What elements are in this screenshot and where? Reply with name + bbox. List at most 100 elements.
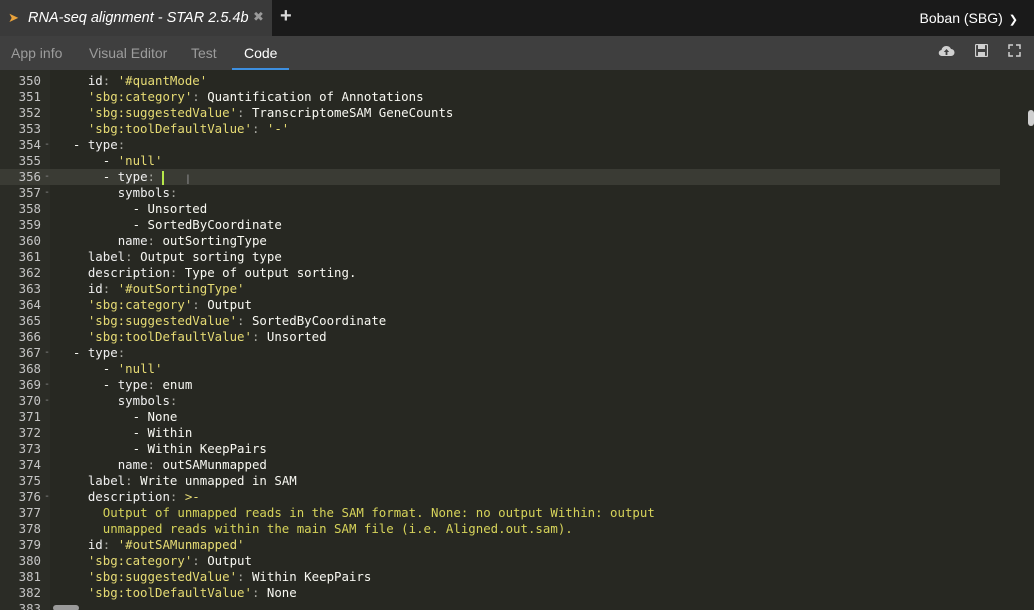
code-text: Output of unmapped reads in the SAM form… [102,505,655,520]
code-line[interactable]: 354- - type: [0,137,1000,153]
code-line[interactable]: 359 - SortedByCoordinate [0,217,1000,233]
code-text: - Unsorted [58,201,208,216]
code-text: - type: [58,137,126,152]
code-line[interactable]: 383 [0,601,1000,610]
code-text: 'sbg:category': Quantification of Annota… [87,89,424,104]
code-line[interactable]: 379 id: '#outSAMunmapped' [0,537,1000,553]
vertical-scrollbar[interactable] [1028,110,1034,126]
tab-code[interactable]: Code [244,45,277,61]
code-line[interactable]: 350 id: '#quantMode' [0,73,1000,89]
line-number: 379 [18,537,41,552]
code-line[interactable]: 380 'sbg:category': Output [0,553,1000,569]
code-line[interactable]: 371 - None [0,409,1000,425]
line-number: 365 [18,313,41,328]
code-line[interactable]: 367- - type: [0,345,1000,361]
code-line[interactable]: 351 'sbg:category': Quantification of An… [0,89,1000,105]
line-number: 371 [18,409,41,424]
horizontal-scrollbar[interactable] [53,605,79,610]
text-cursor-icon: I [186,171,190,187]
add-tab-icon[interactable]: + [280,5,292,28]
code-line[interactable]: 362 description: Type of output sorting. [0,265,1000,281]
fold-toggle-icon[interactable]: - [44,169,50,185]
title-bar: ➤ RNA-seq alignment - STAR 2.5.4b ✖ + Bo… [0,0,1034,36]
line-number: 351 [18,89,41,104]
fold-toggle-icon[interactable]: - [44,489,50,505]
fold-toggle-icon[interactable]: - [44,393,50,409]
toolbar: App info Visual Editor Test Code [0,36,1034,70]
line-number: 380 [18,553,41,568]
code-text: description: Type of output sorting. [87,265,357,280]
fold-toggle-icon[interactable]: - [44,345,50,361]
tab-title: RNA-seq alignment - STAR 2.5.4b [28,10,249,26]
code-line[interactable]: 360 name: outSortingType [0,233,1000,249]
code-text: - Within [58,425,193,440]
code-line[interactable]: 376- description: >- [0,489,1000,505]
fold-toggle-icon[interactable]: - [44,137,50,153]
code-line[interactable]: 375 label: Write unmapped in SAM [0,473,1000,489]
code-text: name: outSAMunmapped [117,457,267,472]
code-line[interactable]: 382 'sbg:toolDefaultValue': None [0,585,1000,601]
code-line[interactable]: 381 'sbg:suggestedValue': Within KeepPai… [0,569,1000,585]
code-text: id: '#outSAMunmapped' [87,537,245,552]
tab-visual-editor[interactable]: Visual Editor [89,45,167,61]
line-number: 356 [18,169,41,184]
code-line[interactable]: 372 - Within [0,425,1000,441]
code-line[interactable]: 355 - 'null' [0,153,1000,169]
code-line[interactable]: 353 'sbg:toolDefaultValue': '-' [0,121,1000,137]
code-text: label: Output sorting type [87,249,282,264]
line-number: 363 [18,281,41,296]
line-number: 352 [18,105,41,120]
chevron-down-icon: ❯ [1008,14,1018,26]
code-text: - type: [58,345,126,360]
code-line[interactable]: 358 - Unsorted [0,201,1000,217]
line-number: 366 [18,329,41,344]
code-text: unmapped reads within the main SAM file … [102,521,573,536]
tab-test[interactable]: Test [191,45,217,61]
line-number: 362 [18,265,41,280]
app-tab[interactable]: ➤ RNA-seq alignment - STAR 2.5.4b ✖ [0,0,272,36]
line-number: 355 [18,153,41,168]
code-line[interactable]: 352 'sbg:suggestedValue': TranscriptomeS… [0,105,1000,121]
line-number: 354 [18,137,41,152]
code-line[interactable]: 363 id: '#outSortingType' [0,281,1000,297]
code-text: - SortedByCoordinate [58,217,282,232]
cloud-upload-icon[interactable] [938,44,955,58]
code-text: symbols: [117,393,178,408]
code-line[interactable]: 378 unmapped reads within the main SAM f… [0,521,1000,537]
code-line[interactable]: 356- - type: [0,169,1000,185]
line-number: 361 [18,249,41,264]
line-number: 369 [18,377,41,392]
code-line[interactable]: 369- - type: enum [0,377,1000,393]
code-text: 'sbg:toolDefaultValue': '-' [87,121,290,136]
code-line[interactable]: 365 'sbg:suggestedValue': SortedByCoordi… [0,313,1000,329]
code-line[interactable]: 368 - 'null' [0,361,1000,377]
line-number: 364 [18,297,41,312]
line-number: 374 [18,457,41,472]
code-line[interactable]: 370- symbols: [0,393,1000,409]
code-text: 'sbg:suggestedValue': TranscriptomeSAM G… [87,105,454,120]
code-text: - 'null' [58,153,163,168]
code-text: 'sbg:category': Output [87,553,252,568]
save-icon[interactable] [975,44,988,57]
tab-app-info[interactable]: App info [11,45,62,61]
code-line[interactable]: 377 Output of unmapped reads in the SAM … [0,505,1000,521]
code-editor[interactable]: 350 id: '#quantMode' 351 'sbg:category': … [0,70,1034,610]
line-number: 372 [18,425,41,440]
close-tab-icon[interactable]: ✖ [253,9,264,25]
fullscreen-icon[interactable] [1008,44,1021,57]
user-menu[interactable]: Boban (SBG) ❯ [920,10,1018,26]
fold-toggle-icon[interactable]: - [44,377,50,393]
code-text: 'sbg:toolDefaultValue': Unsorted [87,329,327,344]
code-line[interactable]: 374 name: outSAMunmapped [0,457,1000,473]
line-number: 350 [18,73,41,88]
code-text: id: '#quantMode' [87,73,208,88]
code-line[interactable]: 366 'sbg:toolDefaultValue': Unsorted [0,329,1000,345]
code-text: 'sbg:toolDefaultValue': None [87,585,297,600]
code-line[interactable]: 364 'sbg:category': Output [0,297,1000,313]
code-text: - 'null' [58,361,163,376]
line-number: 375 [18,473,41,488]
code-line[interactable]: 361 label: Output sorting type [0,249,1000,265]
code-line[interactable]: 373 - Within KeepPairs [0,441,1000,457]
code-line[interactable]: 357- symbols: [0,185,1000,201]
fold-toggle-icon[interactable]: - [44,185,50,201]
